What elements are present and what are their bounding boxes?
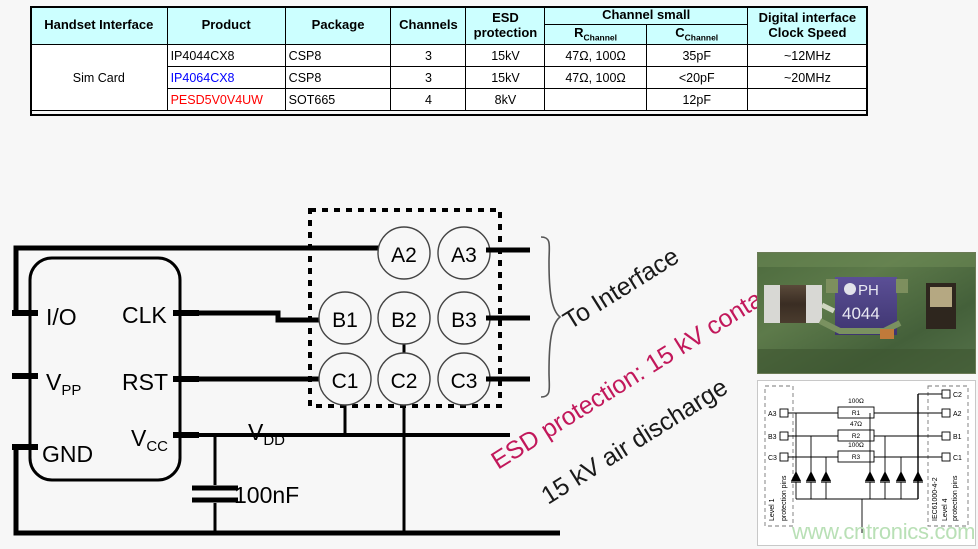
pad-label-c2: C2 (391, 370, 418, 393)
pcb-component-right-top (930, 287, 952, 307)
pin-stub-clk (173, 310, 199, 316)
resistor-r3-ref: R3 (852, 454, 861, 461)
resistor-r2-value: 47Ω (850, 421, 862, 428)
pin-stub-vpp (12, 373, 38, 379)
schematic-pinbox-c1 (941, 452, 951, 462)
annotation-to-interface: To Interface (558, 242, 684, 335)
schematic-left-label-line2: protection pins (781, 475, 788, 521)
resistor-r1-ref: R1 (852, 410, 861, 417)
label-gnd: GND (42, 441, 93, 467)
pad-label-a2: A2 (391, 244, 417, 267)
pcb-pad-orange (880, 329, 894, 339)
pcb-pad-tr (896, 279, 908, 293)
schematic-right-label-line1: IEC61000-4-2 (932, 477, 939, 521)
schematic-pinbox-c2 (941, 389, 951, 399)
schematic-left-pin-c3: C3 (768, 455, 777, 462)
schematic-right-label-line3: protection pins (952, 475, 959, 521)
site-watermark: www.cntronics.com (792, 519, 976, 544)
pcb-ic-marking-line2: 4044 (842, 304, 880, 323)
schematic-pinbox-a2 (941, 408, 951, 418)
pad-label-b2: B2 (391, 309, 417, 332)
resistor-r3-value: 100Ω (848, 442, 864, 449)
pcb-photograph: PH 4044 (757, 252, 976, 374)
pin-stub-rst (173, 376, 199, 382)
pcb-ic-pin1-dot (844, 283, 856, 295)
schematic-right-pin-c2: C2 (953, 392, 962, 399)
pad-label-c3: C3 (451, 370, 478, 393)
pin-stub-vcc (173, 432, 199, 438)
schematic-pinbox-b1 (941, 431, 951, 441)
schematic-left-pin-b3: B3 (768, 434, 777, 441)
pcb-pad-tl (826, 279, 838, 293)
label-vdd: VDD (248, 419, 285, 449)
label-capacitor-value: 100nF (234, 482, 299, 508)
label-io: I/O (46, 304, 77, 330)
pcb-component-left-term-a (764, 285, 780, 323)
pad-label-b1: B1 (332, 309, 358, 332)
schematic-left-label-line1: Level 1 (769, 498, 776, 521)
pcb-ic-marking-line1: PH (858, 282, 879, 299)
schematic-right-pin-c1: C1 (953, 455, 962, 462)
resistor-r2-ref: R2 (852, 433, 861, 440)
schematic-pinbox-b3 (779, 431, 789, 441)
schematic-left-pin-a3: A3 (768, 411, 777, 418)
pad-label-a3: A3 (451, 244, 477, 267)
pad-label-c1: C1 (332, 370, 359, 393)
pcb-bottom-shade (758, 349, 975, 373)
label-rst: RST (122, 369, 168, 395)
pcb-component-left-term-b (806, 285, 822, 323)
annotation-air-discharge: 15 kV air discharge (536, 373, 732, 510)
schematic-pinbox-c3 (779, 452, 789, 462)
resistor-r1-value: 100Ω (848, 398, 864, 405)
label-clk: CLK (122, 302, 167, 328)
pad-label-b3: B3 (451, 309, 477, 332)
schematic-right-pin-a2: A2 (953, 411, 962, 418)
pcb-top-shade (758, 253, 975, 267)
schematic-right-pin-b1: B1 (953, 434, 962, 441)
schematic-right-label-line2: Level 4 (942, 498, 949, 521)
schematic-pinbox-a3 (779, 408, 789, 418)
brace-to-interface (540, 236, 562, 398)
